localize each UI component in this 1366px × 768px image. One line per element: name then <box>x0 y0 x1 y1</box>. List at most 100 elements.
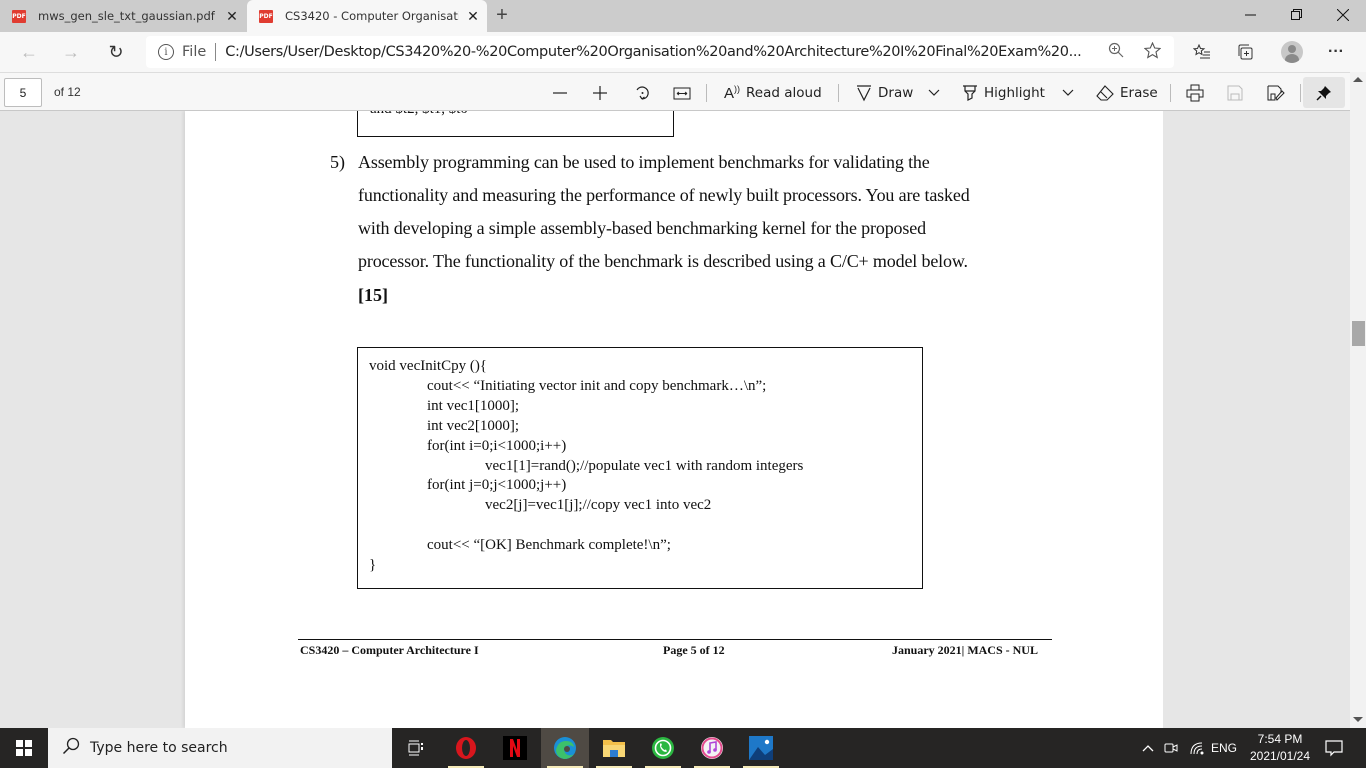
code-line: int vec2[1000]; <box>427 417 520 434</box>
divider <box>706 84 707 102</box>
code-line: cout<< “Initiating vector init and copy … <box>427 377 767 394</box>
save-icon <box>1227 85 1243 101</box>
scroll-down-arrow-icon[interactable] <box>1353 717 1363 722</box>
profile-button[interactable] <box>1278 39 1306 65</box>
taskbar-app-file-explorer[interactable] <box>590 728 638 768</box>
system-clock[interactable]: 7:54 PM 2021/01/24 <box>1240 731 1320 765</box>
draw-options-dropdown[interactable] <box>928 79 940 107</box>
network-button[interactable] <box>1186 728 1208 768</box>
question-marks: [15] <box>358 285 388 305</box>
minus-icon <box>553 92 567 94</box>
divider <box>1170 84 1171 102</box>
close-tab-icon[interactable]: ✕ <box>218 8 246 25</box>
save-as-icon <box>1267 85 1285 101</box>
meet-now-button[interactable] <box>1160 728 1182 768</box>
code-line: cout<< “[OK] Benchmark complete!\n”; <box>427 537 671 554</box>
draw-button[interactable]: Draw <box>856 79 913 107</box>
rotate-icon <box>636 86 649 100</box>
fit-to-width-button[interactable] <box>673 79 691 107</box>
edge-icon <box>554 737 576 759</box>
taskbar-app-opera[interactable] <box>442 728 490 768</box>
folder-icon <box>603 740 625 757</box>
close-icon <box>1337 9 1349 21</box>
photos-icon <box>749 736 773 760</box>
taskbar-app-netflix[interactable] <box>491 728 539 768</box>
highlight-options-dropdown[interactable] <box>1062 79 1074 107</box>
read-aloud-button[interactable]: A)) Read aloud <box>724 79 822 107</box>
task-view-button[interactable] <box>392 728 440 768</box>
netflix-icon <box>503 736 527 760</box>
back-button[interactable]: ← <box>14 38 44 66</box>
forward-button[interactable]: → <box>56 38 86 66</box>
zoom-in-button[interactable] <box>592 79 608 107</box>
printer-icon <box>1186 84 1204 102</box>
save-as-button[interactable] <box>1267 79 1285 107</box>
taskbar-app-edge[interactable] <box>541 728 589 768</box>
pin-toolbar-button[interactable] <box>1303 77 1345 108</box>
save-button[interactable] <box>1227 79 1243 107</box>
scheme-label: File <box>182 44 207 60</box>
start-button[interactable] <box>0 728 48 768</box>
scrollbar-thumb[interactable] <box>1352 321 1365 346</box>
page-total-label: of 12 <box>54 85 81 99</box>
refresh-icon: ↻ <box>108 41 124 62</box>
rotate-button[interactable] <box>633 79 651 107</box>
whatsapp-icon <box>652 737 674 759</box>
search-placeholder: Type here to search <box>90 740 228 756</box>
footer-course: CS3420 – Computer Architecture I <box>300 643 479 657</box>
taskbar-app-photos[interactable] <box>737 728 785 768</box>
language-indicator[interactable]: ENG <box>1210 728 1238 768</box>
close-window-button[interactable] <box>1320 0 1366 30</box>
taskbar-app-itunes[interactable] <box>688 728 736 768</box>
taskbar-app-whatsapp[interactable] <box>639 728 687 768</box>
divider <box>838 84 839 102</box>
question-text-line: with developing a simple assembly-based … <box>358 218 926 238</box>
vertical-scrollbar[interactable] <box>1350 72 1366 728</box>
url-text[interactable]: C:/Users/User/Desktop/CS3420%20-%20Compu… <box>225 44 1085 60</box>
scroll-up-arrow-icon[interactable] <box>1353 77 1363 82</box>
tab-title: mws_gen_sle_txt_gaussian.pdf <box>38 9 215 23</box>
chevron-up-icon <box>1142 745 1154 752</box>
footer-page-number: Page 5 of 12 <box>663 643 725 657</box>
zoom-icon[interactable] <box>1108 42 1124 63</box>
print-button[interactable] <box>1186 79 1204 107</box>
tab-strip: PDF mws_gen_sle_txt_gaussian.pdf ✕ PDF C… <box>0 0 1366 32</box>
page-number-input[interactable]: 5 <box>4 78 42 107</box>
back-arrow-icon: ← <box>20 41 38 62</box>
avatar <box>1281 41 1303 63</box>
favorites-list-icon[interactable] <box>1188 39 1216 65</box>
footer-date-dept: January 2021| MACS - NUL <box>892 643 1038 657</box>
site-info-icon[interactable]: i <box>158 44 174 60</box>
action-center-button[interactable] <box>1318 728 1350 768</box>
restore-button[interactable] <box>1274 0 1320 30</box>
close-tab-icon[interactable]: ✕ <box>459 8 487 25</box>
show-hidden-icons-button[interactable] <box>1138 728 1158 768</box>
refresh-button[interactable]: ↻ <box>101 38 131 66</box>
plus-icon <box>593 86 607 100</box>
eraser-icon <box>1096 85 1114 101</box>
pdf-viewer[interactable]: and $t2, $t1, $t0 5) Assembly programmin… <box>0 111 1350 728</box>
tab-cs3420-pdf[interactable]: PDF CS3420 - Computer Organisation ✕ <box>247 0 487 32</box>
erase-button[interactable]: Erase <box>1096 79 1158 107</box>
fit-width-icon <box>673 87 691 100</box>
code-line: int vec1[1000]; <box>427 397 520 414</box>
highlight-button[interactable]: Highlight <box>962 79 1045 107</box>
address-bar[interactable]: i File C:/Users/User/Desktop/CS3420%20-%… <box>146 36 1174 68</box>
task-view-icon <box>408 740 423 756</box>
minimize-icon <box>1245 14 1256 16</box>
zoom-out-button[interactable] <box>552 79 568 107</box>
taskbar-search-box[interactable]: Type here to search <box>48 728 392 768</box>
camera-icon <box>1164 743 1178 753</box>
code-line: } <box>369 557 377 573</box>
favorite-star-icon[interactable] <box>1143 41 1162 64</box>
collections-icon[interactable] <box>1232 39 1260 65</box>
navigation-bar: ← → ↻ i File C:/Users/User/Desktop/CS342… <box>0 32 1366 72</box>
more-menu-icon[interactable]: ··· <box>1322 39 1350 65</box>
code-line: void vecInitCpy (){ <box>369 358 488 374</box>
tab-gaussian-pdf[interactable]: PDF mws_gen_sle_txt_gaussian.pdf ✕ <box>0 0 246 32</box>
question-number: 5) <box>330 152 345 172</box>
code-listing-box: void vecInitCpy (){ cout<< “Initiating ve… <box>357 347 923 589</box>
new-tab-button[interactable]: + <box>490 3 514 29</box>
chevron-down-icon <box>1062 89 1074 96</box>
minimize-button[interactable] <box>1228 0 1274 30</box>
